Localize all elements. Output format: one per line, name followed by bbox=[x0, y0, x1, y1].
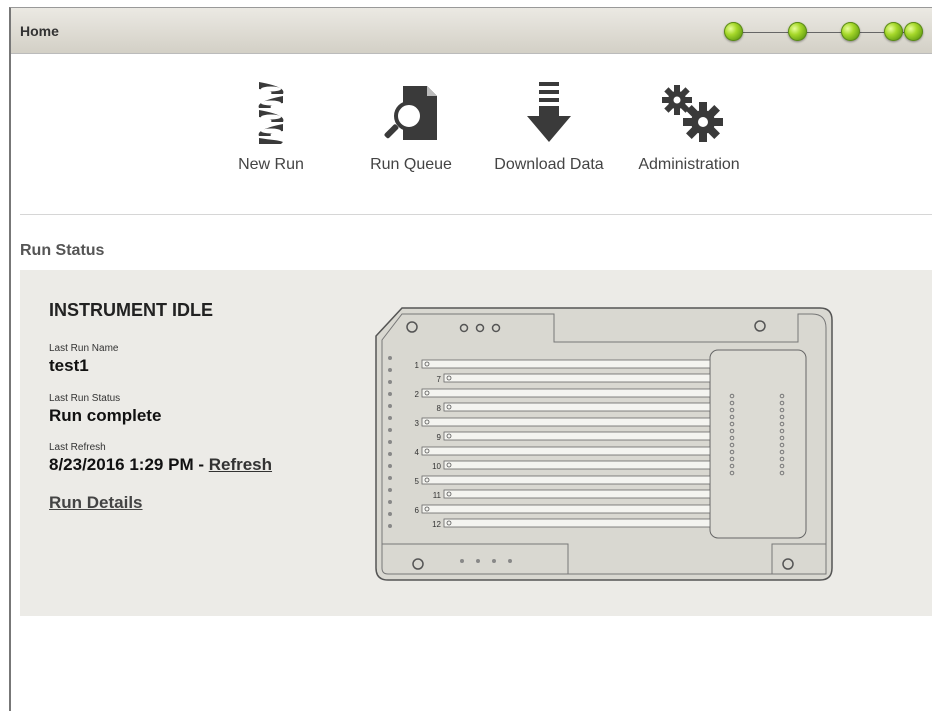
chip-lane-label: 12 bbox=[432, 520, 441, 529]
chip-lane-channel bbox=[443, 402, 711, 412]
refresh-link[interactable]: Refresh bbox=[209, 455, 272, 474]
download-data-label: Download Data bbox=[494, 156, 604, 173]
chip-lane-channel bbox=[421, 446, 711, 456]
chip-lane-label: 5 bbox=[415, 477, 420, 486]
status-light-1 bbox=[724, 22, 743, 41]
administration-label: Administration bbox=[638, 156, 740, 173]
chip-lane-label: 10 bbox=[432, 462, 441, 471]
app-window: Home New Run Run Queue Download Data Adm… bbox=[9, 7, 932, 711]
chip-lane-channel bbox=[443, 518, 711, 528]
chip-lane-label: 6 bbox=[415, 506, 420, 515]
magnifier-document-icon bbox=[384, 86, 437, 140]
status-light-5 bbox=[904, 22, 923, 41]
run-status-heading: Run Status bbox=[20, 242, 105, 259]
chip-lane-channel bbox=[421, 388, 711, 398]
last-run-name: test1 bbox=[49, 356, 89, 375]
chip-lane-label: 7 bbox=[437, 375, 442, 384]
chip-lane-label: 9 bbox=[437, 433, 442, 442]
run-queue-label: Run Queue bbox=[370, 156, 452, 173]
status-light-4 bbox=[884, 22, 903, 41]
run-status-panel: INSTRUMENT IDLE Last Run Name test1 Last… bbox=[20, 270, 932, 616]
dna-icon bbox=[258, 82, 284, 144]
chip-lane-channel bbox=[443, 489, 711, 499]
new-run-button[interactable]: New Run bbox=[226, 80, 316, 174]
chip-lane-label: 1 bbox=[415, 361, 420, 370]
chip-lane-channel bbox=[443, 460, 711, 470]
chip-lane-channel bbox=[443, 431, 711, 441]
status-lights bbox=[11, 8, 932, 53]
toolbar-divider bbox=[20, 214, 932, 215]
chip-lane-label: 11 bbox=[433, 491, 442, 500]
gears-icon bbox=[662, 85, 723, 142]
flow-chip-diagram: 123456789101112 bbox=[375, 307, 833, 581]
chip-lane-channel bbox=[421, 475, 711, 485]
status-light-2 bbox=[788, 22, 807, 41]
main-toolbar: New Run Run Queue Download Data Administ… bbox=[11, 60, 932, 200]
chip-lane-channel bbox=[421, 504, 711, 514]
run-queue-button[interactable]: Run Queue bbox=[361, 80, 461, 174]
last-refresh: 8/23/2016 1:29 PM - Refresh bbox=[49, 455, 272, 475]
last-refresh-value: 8/23/2016 1:29 PM - bbox=[49, 455, 209, 474]
last-run-status: Run complete bbox=[49, 406, 162, 425]
status-light-3 bbox=[841, 22, 860, 41]
new-run-label: New Run bbox=[238, 156, 304, 173]
instrument-state: INSTRUMENT IDLE bbox=[49, 300, 213, 320]
download-data-button[interactable]: Download Data bbox=[487, 80, 611, 174]
title-bar: Home bbox=[11, 8, 932, 54]
chip-lane-label: 8 bbox=[437, 404, 442, 413]
chip-lane-channel bbox=[443, 373, 711, 383]
last-run-name-label: Last Run Name bbox=[49, 343, 119, 354]
chip-lane-label: 4 bbox=[415, 448, 420, 457]
chip-lane-label: 2 bbox=[415, 390, 420, 399]
chip-lane-label: 3 bbox=[415, 419, 420, 428]
administration-button[interactable]: Administration bbox=[629, 80, 749, 174]
run-details-link[interactable]: Run Details bbox=[49, 493, 143, 513]
download-arrow-icon bbox=[527, 82, 571, 142]
chip-lane-channel bbox=[421, 359, 711, 369]
last-run-status-label: Last Run Status bbox=[49, 393, 121, 404]
chip-lane-channel bbox=[421, 417, 711, 427]
last-refresh-label: Last Refresh bbox=[49, 442, 106, 453]
